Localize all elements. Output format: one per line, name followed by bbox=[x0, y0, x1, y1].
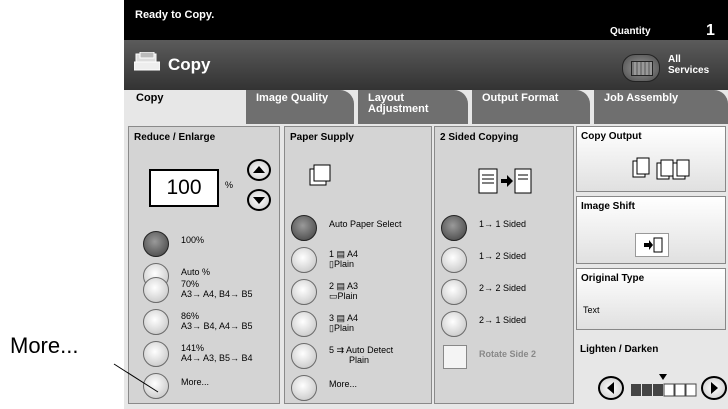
callout-pointer bbox=[113, 363, 159, 393]
